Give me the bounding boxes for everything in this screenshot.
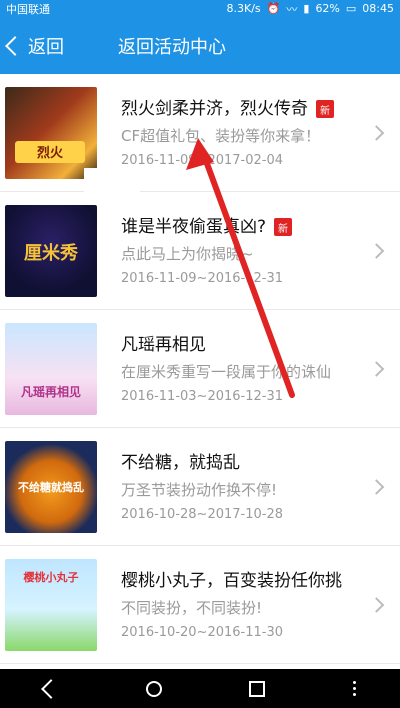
thumb-label: 凡瑶再相见	[20, 384, 81, 399]
activity-thumbnail: 厘米秀	[5, 204, 97, 297]
thumb-label: 樱桃小丸子	[23, 570, 79, 584]
item-title: 谁是半夜偷蛋真凶?	[121, 217, 267, 237]
back-chevron-icon	[5, 35, 25, 56]
chevron-right-icon	[368, 124, 385, 141]
activity-thumbnail: 凡瑶再相见	[5, 322, 97, 415]
clock: 08:45	[362, 2, 394, 15]
item-date: 2016-11-03~2016-12-31	[121, 389, 283, 404]
item-desc: 在厘米秀重写一段属于你的诛仙	[121, 363, 332, 381]
item-date: 2016-10-28~2017-10-28	[121, 507, 283, 522]
activity-list: 烈火 烈火剑柔并济，烈火传奇 新 CF超值礼包、装扮等你来拿！ 2016-11-…	[0, 74, 400, 669]
item-date: 2016-10-20~2016-11-30	[121, 625, 283, 640]
back-label: 返回	[28, 36, 64, 58]
thumb-label: 不给糖就捣乱	[18, 480, 84, 494]
nav-home-icon[interactable]	[145, 680, 162, 697]
back-button[interactable]: 返回	[0, 17, 110, 74]
list-item[interactable]: 樱桃小丸子 樱桃小丸子，百变装扮任你挑 不同装扮，不同装扮! 2016-10-2…	[0, 546, 400, 664]
nav-back-icon[interactable]	[40, 678, 61, 699]
new-badge: 新	[316, 100, 334, 118]
item-desc: 不同装扮，不同装扮!	[121, 599, 263, 617]
chevron-right-icon	[368, 478, 385, 495]
list-item[interactable]: 烈火 烈火剑柔并济，烈火传奇 新 CF超值礼包、装扮等你来拿！ 2016-11-…	[0, 74, 400, 214]
list-item[interactable]: 厘米秀 谁是半夜偷蛋真凶? 新 点此马上为你揭晓~ 2016-11-09~201…	[0, 192, 400, 310]
wifi-icon: 〰	[286, 2, 298, 16]
network-speed: 8.3K/s	[226, 2, 261, 15]
activity-thumbnail: 樱桃小丸子	[5, 558, 97, 651]
status-bar: 中国联通 8.3K/s ⏰ 〰 ▮ 62% ▭ 08:45	[0, 0, 400, 17]
header-bar: 返回 返回活动中心	[0, 17, 400, 74]
item-date: 2016-11-09~2017-02-04	[121, 153, 283, 168]
chevron-right-icon	[368, 242, 385, 259]
page-title: 返回活动中心	[118, 36, 226, 58]
item-title: 凡瑶再相见	[121, 335, 206, 355]
carrier-label: 中国联通	[6, 2, 50, 16]
nav-recent-apps-icon[interactable]	[249, 680, 266, 697]
item-date: 2016-11-09~2016-12-31	[121, 271, 283, 286]
android-nav-bar	[0, 669, 400, 708]
list-item[interactable]: 凡瑶再相见 凡瑶再相见 在厘米秀重写一段属于你的诛仙 2016-11-03~20…	[0, 310, 400, 428]
item-desc: 点此马上为你揭晓~	[121, 245, 254, 263]
thumb-label: 厘米秀	[24, 242, 78, 264]
battery-percent: 62%	[315, 2, 340, 15]
item-title: 樱桃小丸子，百变装扮任你挑	[121, 571, 342, 591]
thumb-label: 烈火	[15, 140, 85, 163]
signal-icon: ▮	[303, 2, 310, 15]
item-title: 不给糖，就捣乱	[121, 453, 240, 473]
item-title: 烈火剑柔并济，烈火传奇	[121, 99, 308, 119]
battery-icon: ▭	[345, 2, 357, 15]
chevron-right-icon	[368, 360, 385, 377]
chevron-right-icon	[368, 596, 385, 613]
alarm-icon: ⏰	[266, 2, 281, 15]
new-badge: 新	[274, 218, 293, 236]
item-desc: 万圣节装扮动作换不停!	[121, 481, 278, 499]
activity-thumbnail: 烈火	[5, 86, 97, 179]
item-desc: CF超值礼包、装扮等你来拿！	[121, 127, 321, 145]
list-item[interactable]: 不给糖就捣乱 不给糖，就捣乱 万圣节装扮动作换不停! 2016-10-28~20…	[0, 428, 400, 546]
activity-thumbnail: 不给糖就捣乱	[5, 440, 97, 533]
nav-menu-icon[interactable]	[353, 681, 357, 696]
